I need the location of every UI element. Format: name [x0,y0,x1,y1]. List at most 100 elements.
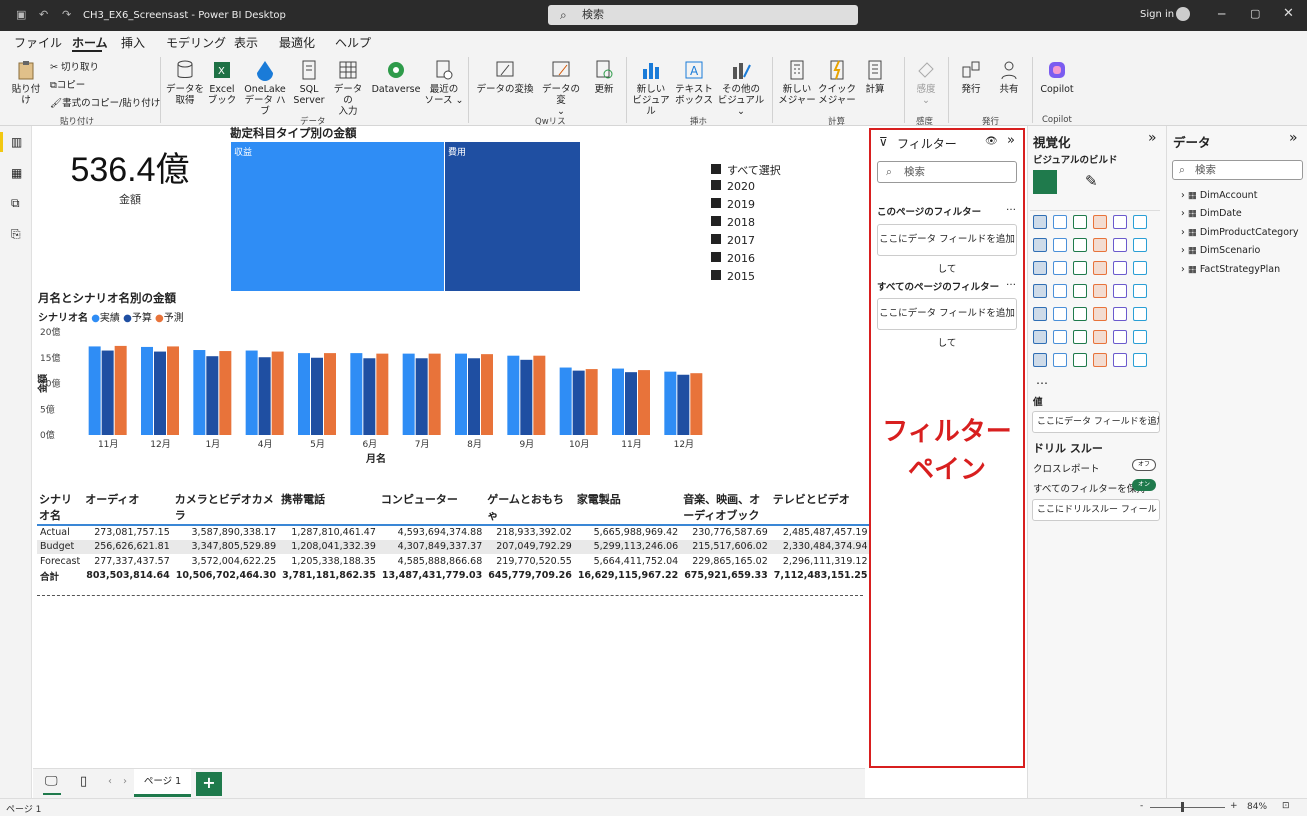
matrix-table[interactable]: シナリオ名 オーディオ カメラとビデオカメラ 携帯電話 コンピューター ゲームと… [37,490,871,583]
treemap[interactable]: 収益 費用 [231,142,580,291]
treemap-tile-revenue[interactable]: 収益 [231,142,444,291]
visual-type-icon[interactable] [1033,284,1047,298]
sensitivity-button[interactable]: 感度 ⌄ [910,59,942,106]
visual-type-icon[interactable] [1033,307,1047,321]
visual-type-icon[interactable] [1053,353,1067,367]
table-item[interactable]: › ▦ DimDate [1181,208,1242,219]
format-visual-icon[interactable]: ✎ [1085,172,1098,190]
bar-actual[interactable] [402,353,415,435]
page-tab[interactable]: ページ 1 [134,769,191,797]
visual-type-icon[interactable] [1053,238,1067,252]
visual-type-icon[interactable] [1113,215,1127,229]
menu-file[interactable]: ファイル [14,34,62,51]
bar-forecast[interactable] [114,345,127,435]
copilot-button[interactable]: Copilot [1036,59,1078,95]
bar-actual[interactable] [88,346,101,435]
bar-budget[interactable] [468,358,480,435]
bar-actual[interactable] [245,350,258,435]
bar-actual[interactable] [455,353,467,435]
table-view-icon[interactable]: ▦ [11,166,22,180]
more-options-icon[interactable]: … [1006,202,1016,213]
sign-in-link[interactable]: Sign in [1140,9,1174,20]
menu-view[interactable]: 表示 [234,34,258,51]
menu-home[interactable]: ホーム [72,34,108,51]
search-box[interactable]: ⌕ 検索 [548,5,858,25]
share-button[interactable]: 共有 [992,59,1026,95]
table-item[interactable]: › ▦ DimProductCategory [1181,227,1299,238]
visual-type-icon[interactable] [1133,353,1147,367]
menu-optimize[interactable]: 最適化 [279,34,315,51]
more-visuals-button[interactable]: その他の ビジュアル ⌄ [716,59,766,117]
bar-budget[interactable] [572,370,585,435]
menu-insert[interactable]: 挿入 [121,34,145,51]
minimize-button[interactable]: ─ [1218,7,1225,21]
visual-type-icon[interactable] [1093,261,1107,275]
treemap-tile-expense[interactable]: 費用 [445,142,580,291]
visual-type-icon[interactable] [1053,307,1067,321]
visual-type-icon[interactable] [1113,284,1127,298]
paste-button[interactable]: 貼り付け [8,59,44,106]
visual-type-icon[interactable] [1133,307,1147,321]
visual-type-icon[interactable] [1093,330,1107,344]
visual-type-icon[interactable] [1113,330,1127,344]
bar-forecast[interactable] [481,354,493,435]
visual-type-icon[interactable] [1133,238,1147,252]
sql-server-button[interactable]: SQL Server [292,59,326,106]
visual-type-icon[interactable] [1053,261,1067,275]
slicer-item[interactable]: すべて選択 [711,162,781,180]
bar-forecast[interactable] [428,353,441,435]
dax-query-icon[interactable]: ⎘ [11,227,21,242]
visual-type-icon[interactable] [1033,330,1047,344]
eye-icon[interactable]: 👁 [985,136,998,147]
visual-type-icon[interactable] [1073,284,1087,298]
copy-button[interactable]: ⧉コピー [50,77,85,91]
visual-type-icon[interactable] [1133,330,1147,344]
slicer-item[interactable]: 2015 [711,270,781,288]
bar-forecast[interactable] [585,369,598,435]
bar-forecast[interactable] [376,353,389,435]
bar-budget[interactable] [677,374,690,435]
bar-actual[interactable] [193,350,206,435]
collapse-icon[interactable]: » [1007,133,1015,148]
collapse-icon[interactable]: » [1289,130,1298,146]
recent-sources-button[interactable]: 最近の ソース ⌄ [424,59,464,106]
filter-search-input[interactable]: ⌕ 検索 [877,161,1017,183]
visual-type-icon[interactable] [1073,215,1087,229]
bar-actual[interactable] [350,353,363,435]
save-icon[interactable]: ▣ [16,9,28,21]
keep-filters-toggle[interactable]: オン [1132,479,1156,491]
table-item[interactable]: › ▦ FactStrategyPlan [1181,264,1280,275]
zoom-slider-thumb[interactable] [1181,802,1184,812]
visual-type-icon[interactable] [1033,353,1047,367]
desktop-layout-icon[interactable]: 🖵 [45,774,58,789]
mobile-layout-icon[interactable]: ▯ [80,774,87,789]
bar-forecast[interactable] [690,373,703,435]
visual-type-icon[interactable] [1093,238,1107,252]
visual-type-icon[interactable] [1053,284,1067,298]
values-field-well[interactable]: ここにデータ フィールドを追加し... [1032,411,1160,433]
visual-type-icon[interactable] [1113,261,1127,275]
drillthrough-field-well[interactable]: ここにドリルスルー フィールドを... [1032,499,1160,521]
visual-type-icon[interactable] [1073,261,1087,275]
bar-budget[interactable] [101,350,114,435]
build-visual-tab[interactable] [1033,170,1057,194]
bar-forecast[interactable] [271,351,284,435]
bar-actual[interactable] [612,368,624,435]
bar-forecast[interactable] [638,370,650,435]
bar-actual[interactable] [507,355,520,435]
new-measure-button[interactable]: 新しい メジャー [778,59,816,106]
visual-type-icon[interactable] [1093,284,1107,298]
textbox-button[interactable]: A テキスト ボックス [674,59,714,106]
slicer-item[interactable]: 2020 [711,180,781,198]
slicer-item[interactable]: 2016 [711,252,781,270]
format-painter-button[interactable]: 🖌書式のコピー/貼り付け [50,95,160,109]
visual-type-icon[interactable] [1133,261,1147,275]
visual-type-icon[interactable] [1113,353,1127,367]
enter-data-button[interactable]: データの 入力 [330,59,366,117]
table-item[interactable]: › ▦ DimScenario [1181,245,1260,256]
collapse-icon[interactable]: » [1148,130,1157,146]
visual-type-icon[interactable] [1073,330,1087,344]
fit-page-icon[interactable]: ⊡ [1282,801,1290,811]
publish-button[interactable]: 発行 [954,59,988,95]
bar-actual[interactable] [141,346,153,435]
